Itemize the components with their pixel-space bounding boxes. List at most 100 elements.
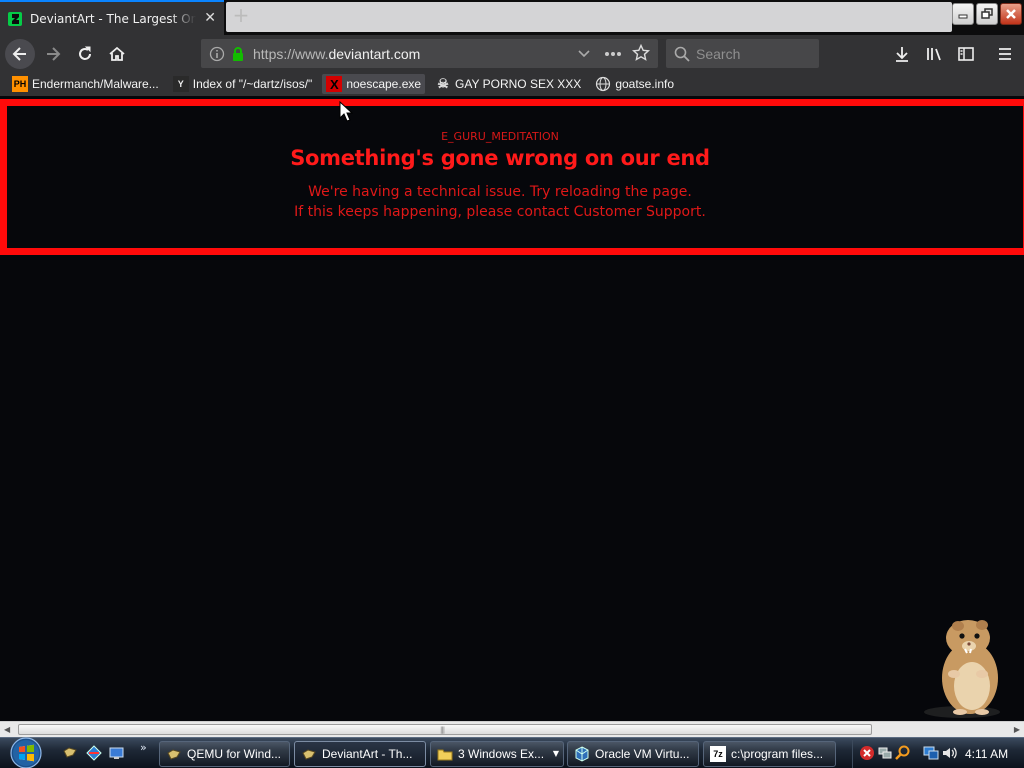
bookmarks-toolbar: PH Endermanch/Malware... Y Index of "/~d… [0, 72, 1024, 96]
home-icon [109, 46, 125, 61]
error-message-line-1: We're having a technical issue. Try relo… [308, 184, 692, 200]
bookmark-label: Endermanch/Malware... [32, 77, 159, 91]
task-label: c:\program files... [731, 747, 824, 761]
page-content: E_GURU_MEDITATION Something's gone wrong… [0, 96, 1024, 721]
bookmark-label: goatse.info [615, 77, 675, 91]
bookmark-goatse-info[interactable]: goatse.info [591, 74, 678, 94]
virtualbox-icon [575, 746, 589, 762]
hamster-desktop-pet[interactable] [920, 616, 1010, 720]
back-arrow-icon [12, 47, 26, 61]
task-label: 3 Windows Ex... [458, 747, 545, 761]
bookmark-star-icon[interactable] [632, 44, 650, 62]
search-tray-icon[interactable] [895, 745, 911, 761]
restore-button[interactable] [976, 3, 998, 25]
taskbar-item-windows-explorer[interactable]: 3 Windows Ex... ▼ [430, 741, 564, 767]
url-scheme: https://www. [253, 45, 329, 62]
new-tab-button[interactable]: + [229, 4, 253, 28]
close-window-button[interactable] [1000, 3, 1022, 25]
quicklaunch-more-icon[interactable]: » [140, 741, 147, 754]
bookmark-endermanch-malware[interactable]: PH Endermanch/Malware... [8, 74, 163, 94]
tab-title: DeviantArt - The Largest Online Art Gall… [30, 11, 196, 26]
grip-icon: ||| [440, 726, 445, 734]
system-tray: 4:11 AM [852, 740, 1024, 768]
scroll-left-icon[interactable]: ◀ [4, 725, 10, 734]
bookmark-label: GAY PORNO SEX XXX [455, 77, 582, 91]
scrollbar-thumb[interactable]: ||| [18, 724, 872, 735]
downloads-button[interactable] [887, 39, 917, 69]
qemu-icon [167, 749, 181, 760]
lock-icon[interactable] [231, 46, 245, 62]
task-label: Oracle VM Virtu... [595, 747, 690, 761]
show-desktop-icon[interactable] [109, 745, 125, 761]
info-icon[interactable] [209, 46, 225, 62]
task-label: QEMU for Wind... [187, 747, 282, 761]
sidebar-button[interactable] [951, 39, 981, 69]
chevron-down-icon[interactable]: ▼ [553, 749, 559, 758]
taskbar-item-qemu[interactable]: QEMU for Wind... [159, 741, 290, 767]
deviantart-favicon-icon [8, 11, 22, 26]
tab-close-icon[interactable]: ✕ [204, 10, 216, 26]
clock[interactable]: 4:11 AM [965, 747, 1008, 761]
error-banner: E_GURU_MEDITATION Something's gone wrong… [0, 99, 1024, 255]
page-actions-icon[interactable] [604, 51, 622, 57]
library-icon [927, 48, 941, 61]
task-label: DeviantArt - Th... [322, 747, 413, 761]
network-quicklaunch-icon[interactable] [86, 745, 102, 761]
taskbar-item-7zip[interactable]: 7z c:\program files... [703, 741, 836, 767]
back-button[interactable] [5, 39, 35, 69]
error-shield-icon[interactable] [859, 745, 875, 761]
bookmark-label: Index of "/~dartz/isos/" [192, 77, 313, 91]
url-bar[interactable]: https://www.deviantart.com [201, 39, 658, 68]
pornhub-icon: PH [12, 76, 28, 92]
taskbar-item-deviantart[interactable]: DeviantArt - Th... [294, 741, 426, 767]
taskbar-item-virtualbox[interactable]: Oracle VM Virtu... [567, 741, 699, 767]
minimize-icon [958, 14, 968, 19]
firefox-icon [302, 749, 316, 760]
search-icon [674, 46, 690, 62]
close-icon [1006, 9, 1016, 19]
url-text[interactable]: https://www.deviantart.com [253, 46, 420, 62]
mouse-cursor-icon [339, 101, 353, 122]
windows-taskbar: » QEMU for Wind... DeviantArt - Th... 3 … [0, 737, 1024, 768]
forward-button[interactable] [38, 39, 68, 69]
url-host: deviantart.com [328, 45, 421, 62]
forward-arrow-icon [47, 47, 61, 61]
7zip-icon: 7z [710, 746, 726, 762]
navigation-toolbar: https://www.deviantart.com [0, 35, 1024, 72]
chevron-down-icon[interactable] [577, 49, 591, 59]
volume-icon[interactable] [941, 745, 957, 761]
ycombinator-icon: Y [172, 76, 189, 92]
minimize-button[interactable] [952, 3, 974, 25]
search-bar[interactable] [666, 39, 819, 68]
restore-icon [981, 8, 993, 19]
bookmark-gay-porno-sex-xxx[interactable]: ☠ GAY PORNO SEX XXX [431, 74, 585, 94]
bookmark-index-of-dartz-isos[interactable]: Y Index of "/~dartz/isos/" [169, 74, 317, 94]
window-controls [952, 3, 1022, 25]
bookmark-label: noescape.exe [346, 77, 422, 91]
download-icon [896, 47, 908, 62]
menu-button[interactable] [990, 39, 1020, 69]
horizontal-scrollbar[interactable]: ◀ ||| ▶ [0, 721, 1024, 737]
x-icon: X [326, 76, 343, 92]
start-button[interactable] [6, 735, 46, 768]
reload-icon [79, 46, 91, 60]
titlebar-drag-area[interactable] [226, 2, 952, 32]
globe-icon [596, 76, 611, 92]
sidebar-icon [958, 47, 974, 61]
display-icon[interactable] [923, 745, 939, 761]
error-message-line-2: If this keeps happening, please contact … [294, 204, 706, 220]
reload-button[interactable] [70, 39, 100, 69]
bookmark-noescape-exe[interactable]: X noescape.exe [322, 74, 426, 94]
skull-icon: ☠ [437, 76, 449, 91]
tab-strip: DeviantArt - The Largest Online Art Gall… [0, 0, 1024, 35]
tab-deviantart[interactable]: DeviantArt - The Largest Online Art Gall… [0, 0, 224, 35]
error-code: E_GURU_MEDITATION [441, 130, 559, 143]
error-heading: Something's gone wrong on our end [290, 146, 710, 170]
scroll-right-icon[interactable]: ▶ [1014, 725, 1020, 734]
qemu-quicklaunch-icon[interactable] [62, 745, 78, 761]
library-button[interactable] [919, 39, 949, 69]
network-icon[interactable] [877, 745, 893, 761]
home-button[interactable] [102, 39, 132, 69]
search-input[interactable] [696, 45, 811, 62]
folder-icon [437, 749, 453, 761]
